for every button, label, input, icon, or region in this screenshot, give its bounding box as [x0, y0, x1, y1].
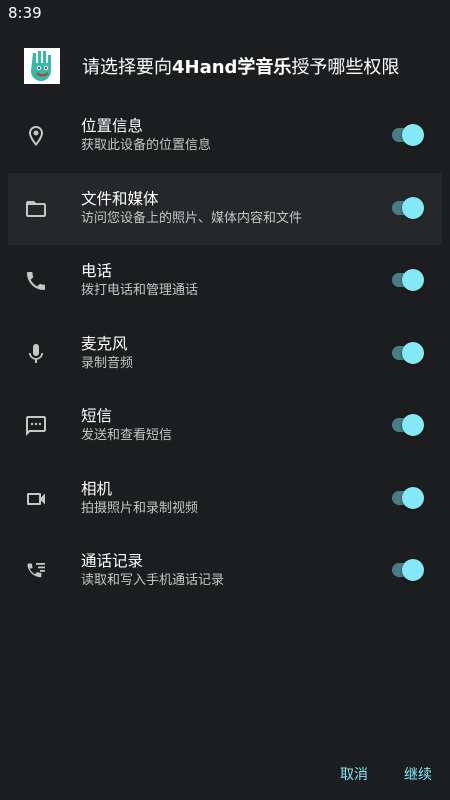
permission-description: 访问您设备上的照片、媒体内容和文件 — [81, 210, 303, 226]
permission-row-location[interactable]: 位置信息 获取此设备的位置信息 — [8, 100, 442, 173]
status-time: 8:39 — [8, 4, 42, 22]
permission-list: 位置信息 获取此设备的位置信息 文件和媒体 访问您设备上的照片、媒体内容和文件 … — [8, 100, 442, 608]
permission-text: 麦克风 录制音频 — [81, 334, 133, 373]
permission-title: 电话 — [81, 262, 113, 280]
permission-toggle-microphone[interactable] — [392, 341, 424, 364]
permission-row-files-media[interactable]: 文件和媒体 访问您设备上的照片、媒体内容和文件 — [8, 172, 442, 245]
permission-toggle-location[interactable] — [392, 124, 424, 146]
app-name: 4Hand学音乐 — [172, 57, 292, 78]
permission-row-phone[interactable]: 电话 拨打电话和管理通话 — [8, 245, 442, 318]
title-prefix: 请选择要向 — [82, 57, 172, 78]
permission-title: 麦克风 — [81, 334, 128, 353]
permission-toggle-phone[interactable] — [392, 269, 424, 291]
permission-toggle-camera[interactable] — [392, 486, 424, 509]
toggle-thumb — [402, 124, 424, 146]
permission-description: 发送和查看短信 — [81, 428, 173, 443]
permission-description: 读取和写入手机通话记录 — [81, 573, 225, 588]
toggle-thumb — [402, 559, 424, 581]
permission-row-camera[interactable]: 相机 拍摄照片和录制视频 — [8, 463, 442, 536]
permission-row-call-log[interactable]: 通话记录 读取和写入手机通话记录 — [8, 535, 442, 608]
permission-description: 拍摄照片和录制视频 — [81, 500, 199, 516]
permission-text: 位置信息 获取此设备的位置信息 — [81, 116, 211, 155]
permission-text: 通话记录 读取和写入手机通话记录 — [81, 551, 224, 590]
permission-title: 位置信息 — [81, 117, 144, 135]
permission-title: 相机 — [81, 479, 113, 498]
permission-description: 拨打电话和管理通话 — [81, 283, 199, 298]
toggle-thumb — [402, 341, 424, 364]
video-camera-icon — [27, 492, 45, 505]
dialog-title: 请选择要向4Hand学音乐授予哪些权限 — [82, 53, 399, 79]
permission-description: 获取此设备的位置信息 — [81, 138, 212, 153]
folder-icon — [26, 200, 46, 217]
status-bar: 8:39 — [0, 0, 450, 26]
permission-dialog-header: 请选择要向4Hand学音乐授予哪些权限 — [24, 48, 434, 84]
continue-button[interactable]: 继续 — [404, 764, 432, 784]
phone-icon — [27, 272, 45, 290]
hand-logo-icon — [24, 48, 60, 84]
location-pin-icon — [29, 126, 43, 146]
permission-title: 短信 — [81, 407, 113, 425]
permission-toggle-sms[interactable] — [392, 414, 424, 436]
permission-text: 相机 拍摄照片和录制视频 — [81, 479, 198, 518]
dialog-footer: 取消 继续 — [0, 756, 450, 790]
permission-row-microphone[interactable]: 麦克风 录制音频 — [8, 318, 442, 391]
permission-title: 通话记录 — [81, 552, 144, 570]
permission-text: 电话 拨打电话和管理通话 — [81, 261, 198, 300]
permission-title: 文件和媒体 — [81, 189, 159, 208]
permission-toggle-call-log[interactable] — [392, 559, 424, 581]
permission-toggle-files-media[interactable] — [392, 196, 424, 219]
permission-description: 录制音频 — [81, 355, 134, 371]
cancel-button[interactable]: 取消 — [340, 764, 368, 784]
permission-text: 短信 发送和查看短信 — [81, 406, 172, 445]
call-log-icon — [27, 563, 45, 578]
permission-row-sms[interactable]: 短信 发送和查看短信 — [8, 390, 442, 463]
toggle-thumb — [402, 196, 424, 219]
toggle-thumb — [402, 414, 424, 436]
toggle-thumb — [402, 269, 424, 291]
permission-text: 文件和媒体 访问您设备上的照片、媒体内容和文件 — [81, 189, 302, 228]
title-suffix: 授予哪些权限 — [291, 57, 400, 78]
toggle-thumb — [402, 486, 424, 509]
sms-icon — [26, 416, 46, 436]
microphone-icon — [29, 343, 43, 363]
